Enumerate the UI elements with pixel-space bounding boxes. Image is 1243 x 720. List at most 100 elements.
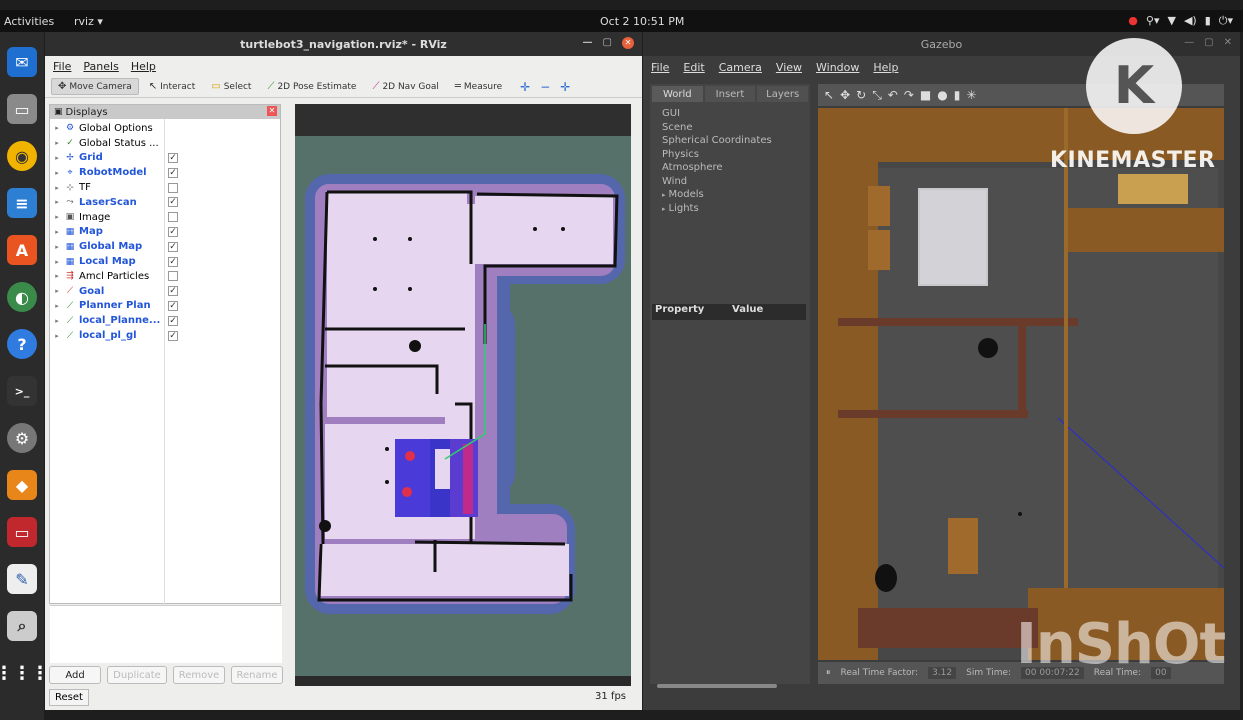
tool-2d-nav-goal[interactable]: ⟋ 2D Nav Goal	[366, 79, 444, 94]
translate-icon[interactable]: ✥	[840, 88, 850, 102]
world-tree-item[interactable]: Spherical Coordinates	[662, 135, 810, 149]
tab-insert[interactable]: Insert	[704, 86, 756, 102]
dock-terminal[interactable]: >_	[5, 371, 39, 411]
horizontal-scrollbar[interactable]	[657, 684, 777, 688]
display-row[interactable]: ▸ ⟋ Planner Plan ✓	[50, 299, 280, 314]
world-tree-item[interactable]: ▸ Lights	[662, 203, 810, 217]
display-enabled-checkbox[interactable]: ✓	[168, 152, 178, 163]
tool-move-camera[interactable]: ✥ Move Camera	[51, 78, 139, 95]
box-icon[interactable]: ■	[920, 88, 931, 102]
minimize-icon[interactable]: —	[583, 37, 593, 49]
display-row[interactable]: ▸ ⟋ local_pl_gl ✓	[50, 328, 280, 343]
display-enabled-checkbox[interactable]	[168, 182, 178, 193]
display-enabled-checkbox[interactable]: ✓	[168, 286, 178, 297]
system-tray[interactable]: ● ⚲▾ ▼ ◀) ▮ ⏻▾	[1128, 14, 1233, 28]
more-tools-icon[interactable]: ✛	[560, 80, 570, 94]
maximize-icon[interactable]: ▢	[1204, 37, 1213, 48]
dock-thunderbird[interactable]: ✉	[5, 42, 39, 82]
rename-button[interactable]: Rename	[231, 666, 283, 684]
duplicate-button[interactable]: Duplicate	[107, 666, 167, 684]
display-enabled-checkbox[interactable]: ✓	[168, 300, 178, 311]
world-tree-item[interactable]: Physics	[662, 149, 810, 163]
display-enabled-checkbox[interactable]: ✓	[168, 167, 178, 178]
reset-button[interactable]: Reset	[49, 689, 89, 706]
display-row[interactable]: ▸ ▦ Local Map ✓	[50, 254, 280, 269]
dock-files[interactable]: ▭	[5, 89, 39, 129]
display-row[interactable]: ▸ ▦ Global Map ✓	[50, 239, 280, 254]
tool-select[interactable]: ▭ Select	[205, 79, 257, 94]
display-row[interactable]: ▸ ⚙ Global Options	[50, 121, 280, 136]
dock-layers[interactable]: ◆	[5, 465, 39, 505]
dock-rhythmbox[interactable]: ◉	[5, 136, 39, 176]
dock-help[interactable]: ?	[5, 324, 39, 364]
expand-arrow-icon[interactable]: ▸	[50, 139, 64, 147]
expand-arrow-icon[interactable]: ▸	[50, 228, 64, 236]
menu-panels[interactable]: Panels	[83, 60, 118, 73]
minimize-icon[interactable]: —	[1184, 37, 1194, 48]
expand-arrow-icon[interactable]: ▸	[50, 184, 64, 192]
expand-arrow-icon[interactable]: ▸	[50, 243, 64, 251]
world-tree-item[interactable]: ▸ Models	[662, 189, 810, 203]
tool-2d-pose-estimate[interactable]: ⟋ 2D Pose Estimate	[261, 79, 362, 94]
expand-arrow-icon[interactable]: ▸	[50, 169, 64, 177]
dock-show-apps[interactable]: ⋮⋮⋮	[0, 653, 49, 693]
expand-arrow-icon[interactable]: ▸	[662, 191, 666, 199]
remove-tool-icon[interactable]: −	[540, 80, 550, 94]
world-tree-item[interactable]: Wind	[662, 176, 810, 190]
tab-world[interactable]: World	[652, 86, 703, 102]
rviz-3d-view[interactable]	[295, 104, 631, 686]
display-enabled-checkbox[interactable]	[168, 271, 178, 282]
pause-icon[interactable]: ⏸	[826, 668, 831, 678]
add-tool-icon[interactable]: ✛	[520, 80, 530, 94]
display-row[interactable]: ▸ ⌖ RobotModel ✓	[50, 165, 280, 180]
menu-help[interactable]: Help	[873, 61, 898, 74]
display-row[interactable]: ▸ ⇶ Amcl Particles	[50, 269, 280, 284]
display-enabled-checkbox[interactable]: ✓	[168, 197, 178, 208]
rotate-icon[interactable]: ↻	[856, 88, 866, 102]
expand-arrow-icon[interactable]: ▸	[50, 287, 64, 295]
world-tree-item[interactable]: Atmosphere	[662, 162, 810, 176]
tool-measure[interactable]: ═ Measure	[449, 79, 508, 94]
panel-close-icon[interactable]: ✕	[267, 106, 277, 116]
dock-software[interactable]: A	[5, 230, 39, 270]
close-icon[interactable]: ✕	[1224, 37, 1232, 48]
redo-icon[interactable]: ↷	[904, 88, 914, 102]
sphere-icon[interactable]: ●	[937, 88, 947, 102]
world-tree-item[interactable]: Scene	[662, 122, 810, 136]
rviz-titlebar[interactable]: turtlebot3_navigation.rviz* - RViz — ▢ ✕	[45, 32, 642, 56]
expand-arrow-icon[interactable]: ▸	[50, 154, 64, 162]
menu-file[interactable]: File	[53, 60, 71, 73]
menu-camera[interactable]: Camera	[719, 61, 762, 74]
expand-arrow-icon[interactable]: ▸	[662, 205, 666, 213]
display-row[interactable]: ▸ ⤳ LaserScan ✓	[50, 195, 280, 210]
light-icon[interactable]: ✳	[966, 88, 976, 102]
dock-editor[interactable]: ✎	[5, 559, 39, 599]
dock-viewer[interactable]: ⌕	[5, 606, 39, 646]
display-enabled-checkbox[interactable]: ✓	[168, 315, 178, 326]
display-enabled-checkbox[interactable]: ✓	[168, 226, 178, 237]
display-row[interactable]: ▸ ⟋ Goal ✓	[50, 284, 280, 299]
world-tree-item[interactable]: GUI	[662, 108, 810, 122]
expand-arrow-icon[interactable]: ▸	[50, 213, 64, 221]
expand-arrow-icon[interactable]: ▸	[50, 302, 64, 310]
scale-icon[interactable]: ⤡	[872, 88, 882, 103]
undo-icon[interactable]: ↶	[888, 88, 898, 102]
menu-view[interactable]: View	[776, 61, 802, 74]
display-row[interactable]: ▸ ⊹ TF	[50, 180, 280, 195]
expand-arrow-icon[interactable]: ▸	[50, 332, 64, 340]
cylinder-icon[interactable]: ▮	[954, 88, 961, 102]
display-row[interactable]: ▸ ⟋ local_Planne... ✓	[50, 313, 280, 328]
dock-monitor[interactable]: ▭	[5, 512, 39, 552]
expand-arrow-icon[interactable]: ▸	[50, 198, 64, 206]
expand-arrow-icon[interactable]: ▸	[50, 258, 64, 266]
expand-arrow-icon[interactable]: ▸	[50, 272, 64, 280]
display-row[interactable]: ▸ ▦ Map ✓	[50, 225, 280, 240]
expand-arrow-icon[interactable]: ▸	[50, 317, 64, 325]
menu-help[interactable]: Help	[131, 60, 156, 73]
dock-writer[interactable]: ≡	[5, 183, 39, 223]
display-enabled-checkbox[interactable]: ✓	[168, 330, 178, 341]
display-enabled-checkbox[interactable]: ✓	[168, 256, 178, 267]
tab-layers[interactable]: Layers	[757, 86, 809, 102]
clock[interactable]: Oct 2 10:51 PM	[600, 15, 684, 28]
app-menu[interactable]: rviz ▾	[74, 15, 103, 28]
